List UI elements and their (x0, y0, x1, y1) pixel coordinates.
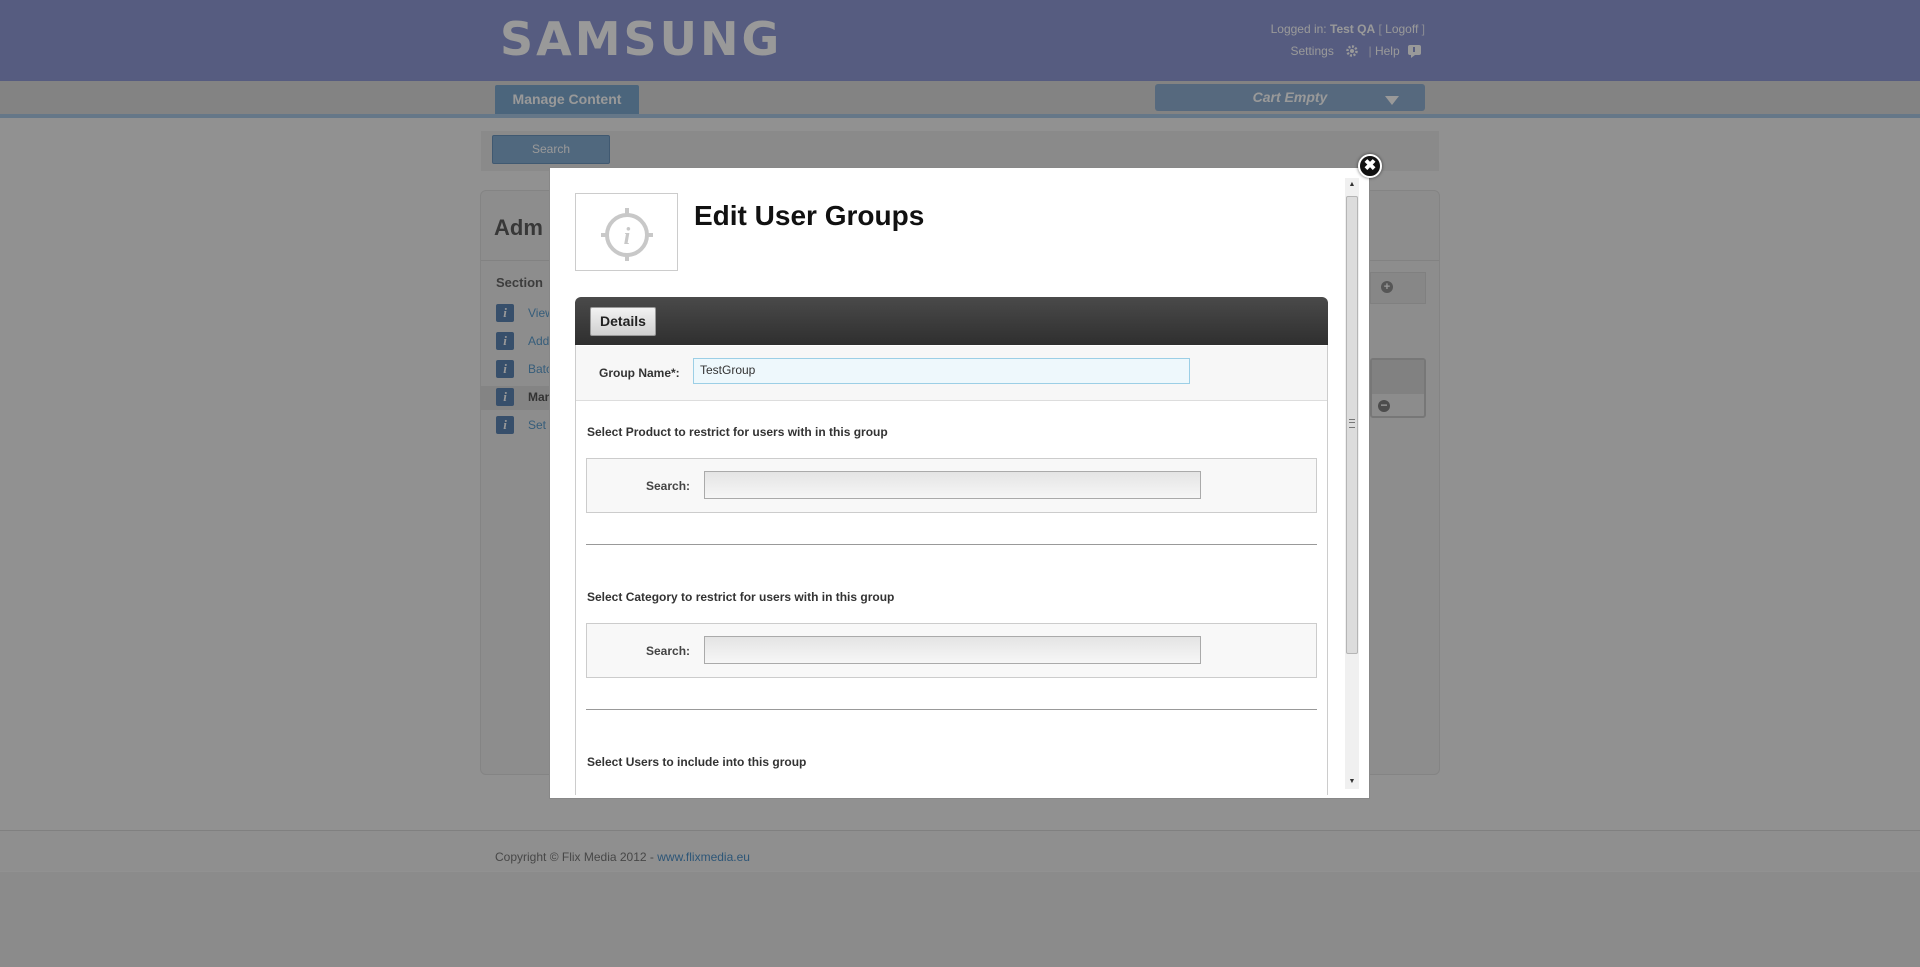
scroll-down-arrow-icon[interactable]: ▼ (1345, 775, 1359, 789)
group-name-input[interactable]: TestGroup (693, 358, 1190, 384)
tab-details[interactable]: Details (590, 307, 656, 336)
details-tabbar (575, 297, 1328, 345)
details-content (575, 345, 1328, 795)
users-section-label: Select Users to include into this group (587, 755, 807, 769)
close-icon[interactable]: ✖ (1358, 154, 1382, 178)
category-search-input[interactable] (704, 636, 1201, 664)
group-name-label: Group Name*: (599, 366, 680, 380)
category-search-label: Search: (646, 644, 691, 658)
info-icon-box: i (575, 193, 678, 271)
modal-title: Edit User Groups (694, 200, 925, 231)
product-search-input[interactable] (704, 471, 1201, 499)
category-section-label: Select Category to restrict for users wi… (587, 590, 895, 604)
scrollbar-thumb[interactable] (1346, 196, 1358, 654)
product-search-label: Search: (646, 479, 691, 493)
product-section-label: Select Product to restrict for users wit… (587, 425, 888, 439)
scroll-up-arrow-icon[interactable]: ▲ (1345, 178, 1359, 192)
svg-text:i: i (624, 224, 631, 250)
info-compass-icon: i (601, 208, 653, 261)
divider (586, 709, 1317, 710)
divider (586, 544, 1317, 545)
